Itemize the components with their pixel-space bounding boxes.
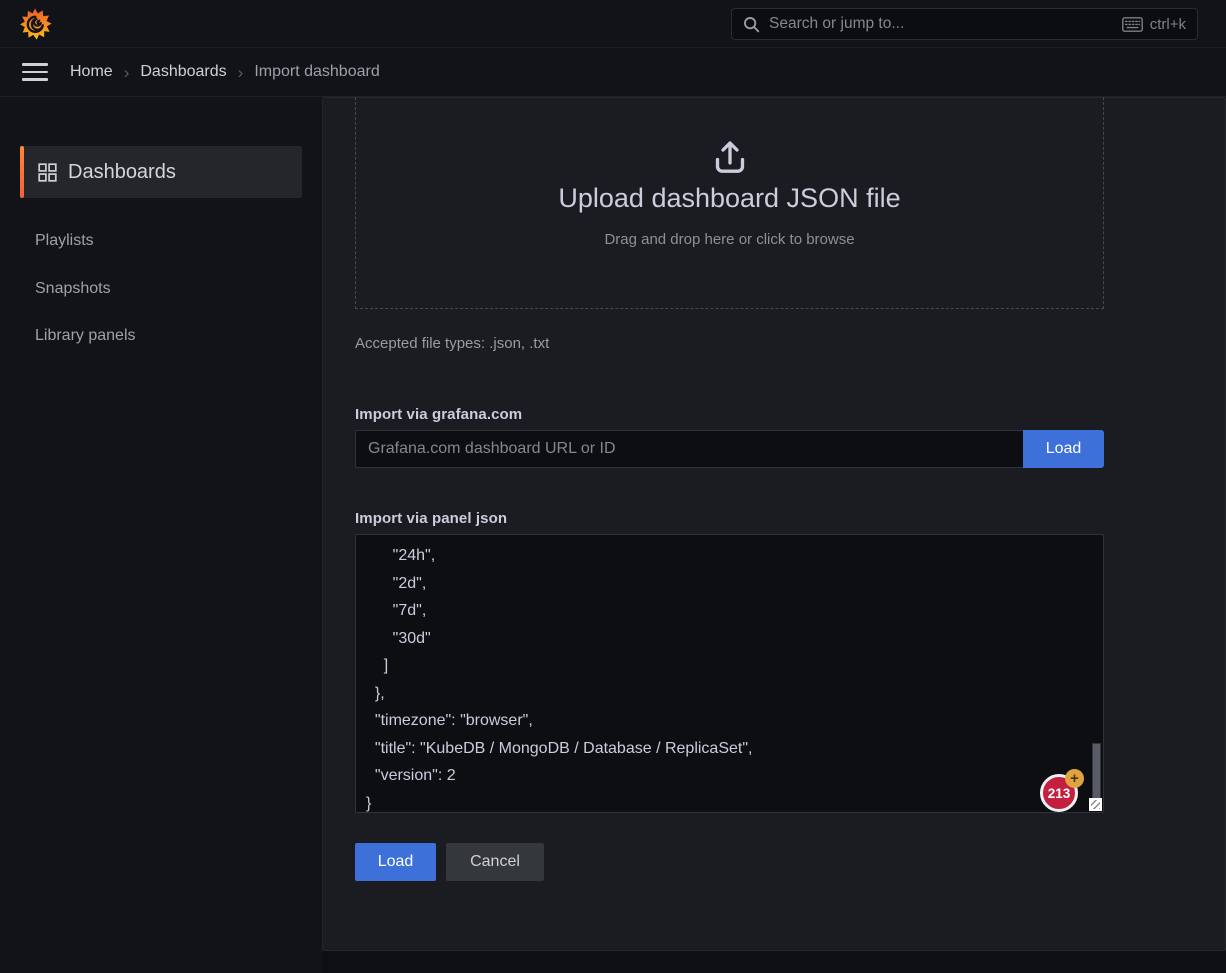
chevron-right-icon: › <box>238 63 244 81</box>
shortcut-hint: ctrl+k <box>1122 16 1186 33</box>
top-bar: Search or jump to... ctrl+k <box>0 0 1226 48</box>
search-input[interactable]: Search or jump to... ctrl+k <box>731 8 1198 40</box>
cancel-button[interactable]: Cancel <box>446 843 544 881</box>
upload-icon <box>710 137 750 177</box>
dropzone-subtitle: Drag and drop here or click to browse <box>604 231 854 248</box>
import-dashboard-page: Upload dashboard JSON file Drag and drop… <box>322 97 1226 951</box>
accepted-file-types: Accepted file types: .json, .txt <box>355 335 549 352</box>
gcom-import-label: Import via grafana.com <box>355 406 522 423</box>
breadcrumb-home[interactable]: Home <box>70 63 113 81</box>
sidebar-item-snapshots[interactable]: Snapshots <box>35 280 111 302</box>
sidebar-active-label: Dashboards <box>68 161 176 184</box>
gcom-url-input[interactable] <box>355 430 1023 468</box>
gcom-load-button[interactable]: Load <box>1023 430 1104 468</box>
upload-dropzone[interactable]: Upload dashboard JSON file Drag and drop… <box>355 97 1104 309</box>
badge-plus-icon: + <box>1065 769 1084 788</box>
shortcut-label: ctrl+k <box>1150 16 1186 33</box>
breadcrumb-dashboards[interactable]: Dashboards <box>140 63 226 81</box>
gcom-input-group: Load <box>355 430 1104 468</box>
search-icon <box>743 16 760 33</box>
textarea-scrollbar[interactable] <box>1092 743 1101 801</box>
breadcrumb-bar: Home › Dashboards › Import dashboard <box>0 48 1226 97</box>
chevron-right-icon: › <box>124 63 130 81</box>
form-actions: Load Cancel <box>355 843 544 881</box>
sidebar: Dashboards Playlists Snapshots Library p… <box>0 97 322 973</box>
panel-json-textarea[interactable]: "24h", "2d", "7d", "30d" ] }, "timezone"… <box>355 534 1104 813</box>
breadcrumb: Home › Dashboards › Import dashboard <box>70 63 380 81</box>
extension-count-badge[interactable]: 213 + <box>1040 769 1086 813</box>
panel-json-label: Import via panel json <box>355 510 507 527</box>
dashboards-grid-icon <box>38 163 57 182</box>
menu-toggle-icon[interactable] <box>22 63 48 81</box>
sidebar-item-library-panels[interactable]: Library panels <box>35 327 136 349</box>
load-button[interactable]: Load <box>355 843 436 881</box>
panel-json-content: "24h", "2d", "7d", "30d" ] }, "timezone"… <box>366 542 1103 813</box>
search-placeholder: Search or jump to... <box>769 15 1113 33</box>
grafana-logo-icon[interactable] <box>18 6 52 42</box>
sidebar-item-playlists[interactable]: Playlists <box>35 232 94 254</box>
breadcrumb-import-dashboard: Import dashboard <box>254 63 379 81</box>
dropzone-title: Upload dashboard JSON file <box>558 183 900 214</box>
textarea-resize-handle[interactable] <box>1089 798 1102 811</box>
page-bottom-gutter <box>322 951 1226 973</box>
keyboard-icon <box>1122 17 1143 32</box>
active-accent-bar <box>20 146 24 198</box>
sidebar-item-dashboards[interactable]: Dashboards <box>20 146 302 198</box>
